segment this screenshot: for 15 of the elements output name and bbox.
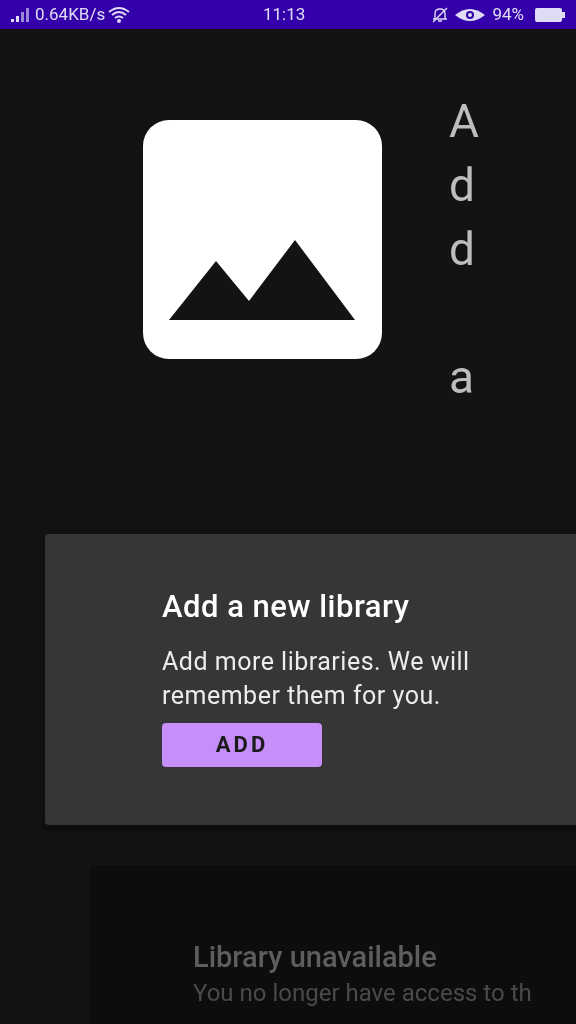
battery-percent: 94% [492,2,524,26]
card-description: Add more libraries. We will remember them for you. [162,645,471,712]
network-speed: 0.64KB/s [35,2,106,26]
add-button[interactable]: ADD [162,722,322,767]
battery-icon [534,6,566,23]
clock: 11:13 [263,2,306,26]
card-description: You no longer have access to th [193,979,533,1007]
vertical-title: Add a [449,93,479,406]
eye-icon [454,6,487,23]
wifi-icon [108,5,131,24]
muted-bell-icon [432,5,449,24]
image-placeholder-icon [143,120,382,359]
signal-icon [10,6,32,23]
card-title: Add a new library [162,587,410,627]
card-title: Library unavailable [193,939,438,975]
